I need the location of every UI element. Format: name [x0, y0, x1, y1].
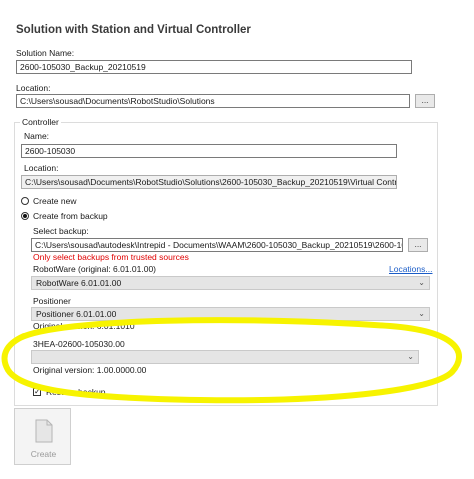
addin-original-version: Original version: 1.00.0000.00	[33, 365, 147, 375]
solution-name-label: Solution Name:	[16, 48, 75, 58]
addin-label: 3HEA-02600-105030.00	[33, 339, 125, 349]
create-new-radio[interactable]	[21, 197, 29, 205]
create-from-backup-radio[interactable]	[21, 212, 29, 220]
positioner-label: Positioner	[33, 296, 71, 306]
create-button[interactable]: Create	[14, 408, 71, 465]
chevron-down-icon: ⌄	[418, 309, 425, 318]
robotware-dropdown-value: RobotWare 6.01.01.00	[36, 278, 122, 288]
dialog-title: Solution with Station and Virtual Contro…	[16, 24, 251, 36]
restore-backup-label[interactable]: Restore backup	[46, 387, 106, 397]
positioner-dropdown[interactable]: Positioner 6.01.01.00 ⌄	[31, 307, 430, 321]
create-button-label: Create	[30, 449, 57, 459]
create-from-backup-label[interactable]: Create from backup	[33, 211, 108, 221]
solution-location-browse-button[interactable]: ...	[415, 94, 435, 108]
create-new-label[interactable]: Create new	[33, 196, 76, 206]
restore-backup-checkbox[interactable]: ✓	[33, 388, 41, 396]
select-backup-label: Select backup:	[33, 226, 89, 236]
controller-location-input: C:\Users\sousad\Documents\RobotStudio\So…	[21, 175, 397, 189]
chevron-down-icon: ⌄	[418, 278, 425, 287]
controller-location-label: Location:	[24, 163, 59, 173]
document-icon	[35, 419, 53, 443]
locations-link[interactable]: Locations...	[389, 264, 432, 274]
positioner-dropdown-value: Positioner 6.01.01.00	[36, 309, 117, 319]
controller-name-input[interactable]: 2600-105030	[21, 144, 397, 158]
controller-group-title: Controller	[20, 117, 61, 127]
solution-location-input[interactable]: C:\Users\sousad\Documents\RobotStudio\So…	[16, 94, 410, 108]
trusted-sources-warning: Only select backups from trusted sources	[33, 252, 189, 262]
solution-name-input[interactable]: 2600-105030_Backup_20210519	[16, 60, 412, 74]
robotware-dropdown[interactable]: RobotWare 6.01.01.00 ⌄	[31, 276, 430, 290]
addin-dropdown[interactable]: ⌄	[31, 350, 419, 364]
backup-browse-button[interactable]: ...	[408, 238, 428, 252]
chevron-down-icon: ⌄	[407, 352, 414, 361]
solution-location-label: Location:	[16, 83, 51, 93]
positioner-original-version: Original version: 6.01.1010	[33, 321, 135, 331]
robotware-label: RobotWare (original: 6.01.01.00)	[33, 264, 157, 274]
controller-name-label: Name:	[24, 131, 50, 141]
backup-path-input[interactable]: C:\Users\sousad\autodesk\Intrepid - Docu…	[31, 238, 403, 252]
